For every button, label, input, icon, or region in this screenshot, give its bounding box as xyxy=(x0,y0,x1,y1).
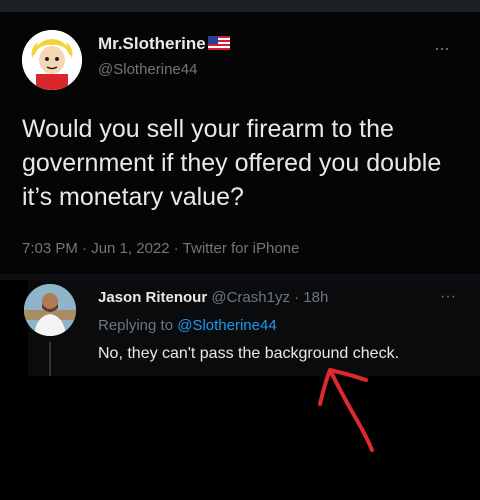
top-bar xyxy=(0,0,480,12)
tweet-author-name[interactable]: Mr.Slotherine xyxy=(98,34,230,55)
avatar-photo-icon xyxy=(24,284,76,336)
tweet-timestamp[interactable]: 7:03 PM · Jun 1, 2022 · Twitter for iPho… xyxy=(22,240,299,257)
more-options-icon[interactable]: ··· xyxy=(434,38,450,59)
replying-prefix: Replying to xyxy=(98,317,174,334)
avatar-cartoon-icon xyxy=(22,30,82,90)
display-name: Mr.Slotherine xyxy=(98,34,206,53)
replying-to-mention[interactable]: @Slotherine44 xyxy=(177,317,276,334)
reply-handle: @Crash1yz xyxy=(211,289,290,306)
tweet-author-handle[interactable]: @Slotherine44 xyxy=(98,61,197,78)
reply-display-name: Jason Ritenour xyxy=(98,289,208,306)
reply-time: · 18h xyxy=(294,289,329,306)
reply-author[interactable]: Jason Ritenour @Crash1yz · 18h xyxy=(98,289,328,306)
us-flag-icon xyxy=(207,35,230,55)
thread-line xyxy=(49,342,51,376)
replying-to-line: Replying to @Slotherine44 xyxy=(98,317,277,334)
hand-drawn-arrow-icon xyxy=(318,368,374,452)
reply-avatar[interactable] xyxy=(24,284,76,336)
main-tweet-card: Mr.Slotherine @Slotherine44 ··· Would yo… xyxy=(0,12,480,274)
tweet-text: Would you sell your firearm to the gover… xyxy=(22,115,442,211)
avatar[interactable] xyxy=(22,30,82,90)
reply-more-options-icon[interactable]: ··· xyxy=(440,288,456,306)
